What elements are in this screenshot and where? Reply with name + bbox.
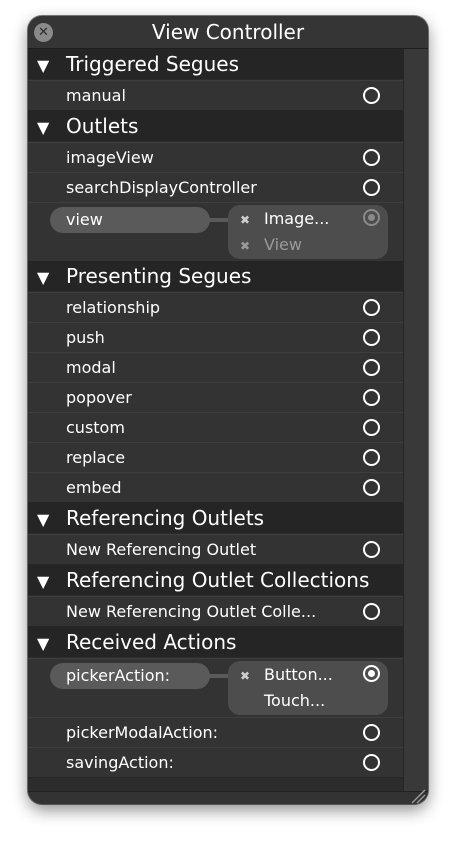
connection-row-push: push bbox=[28, 322, 403, 353]
title-bar[interactable]: View Controller ✕ bbox=[28, 16, 428, 49]
connection-row-pickeraction: pickerAction: ✖ Button... ✖Touch... bbox=[28, 658, 403, 718]
disclosure-triangle-icon[interactable]: ▼ bbox=[37, 113, 53, 143]
scrollbar[interactable] bbox=[403, 49, 428, 791]
connection-label: custom bbox=[66, 418, 125, 437]
connection-circle-icon[interactable] bbox=[363, 329, 380, 346]
remove-connection-icon[interactable]: ✖ bbox=[240, 662, 254, 690]
connection-label: relationship bbox=[66, 298, 161, 317]
section-title: Presenting Segues bbox=[66, 264, 252, 288]
connection-label: imageView bbox=[66, 148, 154, 167]
connection-row-view: view ✖ Image... ✖ View bbox=[28, 202, 403, 262]
section-referencing-outlets[interactable]: ▼ Referencing Outlets bbox=[28, 503, 403, 533]
disclosure-triangle-icon[interactable]: ▼ bbox=[37, 629, 53, 659]
target-label: Touch... bbox=[264, 691, 326, 710]
connection-row-modal: modal bbox=[28, 352, 403, 383]
section-title: Referencing Outlet Collections bbox=[66, 568, 370, 592]
disclosure-triangle-icon[interactable]: ▼ bbox=[37, 567, 53, 597]
connection-circle-icon[interactable] bbox=[363, 389, 380, 406]
connection-circle-icon[interactable] bbox=[363, 87, 380, 104]
connection-label: popover bbox=[66, 388, 132, 407]
target-label: Image... bbox=[264, 209, 330, 228]
section-referencing-outlet-collections[interactable]: ▼ Referencing Outlet Collections bbox=[28, 565, 403, 595]
connection-label: savingAction: bbox=[66, 753, 174, 772]
connection-pill-view[interactable]: view bbox=[50, 207, 210, 233]
connection-row-searchdisplaycontroller: searchDisplayController bbox=[28, 172, 403, 203]
connection-row-custom: custom bbox=[28, 412, 403, 443]
target-label: Button... bbox=[264, 665, 333, 684]
section-triggered-segues[interactable]: ▼ Triggered Segues bbox=[28, 49, 403, 79]
target-label: View bbox=[264, 235, 302, 254]
section-title: Triggered Segues bbox=[66, 52, 239, 76]
connection-circle-icon[interactable] bbox=[363, 603, 380, 620]
connection-row-imageview: imageView bbox=[28, 142, 403, 173]
connection-label: modal bbox=[66, 358, 116, 377]
connection-label: push bbox=[66, 328, 105, 347]
connection-label: pickerModalAction: bbox=[66, 723, 219, 742]
remove-connection-icon[interactable]: ✖ bbox=[240, 232, 254, 260]
connection-row-new-referencing-outlet: New Referencing Outlet bbox=[28, 534, 403, 565]
connection-pill-pickeraction[interactable]: pickerAction: bbox=[50, 663, 210, 689]
connection-link bbox=[208, 218, 230, 222]
section-received-actions[interactable]: ▼ Received Actions bbox=[28, 627, 403, 657]
connection-circle-icon[interactable] bbox=[363, 419, 380, 436]
connection-circle-icon[interactable] bbox=[363, 179, 380, 196]
connection-link bbox=[208, 674, 230, 678]
connection-label: view bbox=[66, 210, 103, 229]
section-outlets[interactable]: ▼ Outlets bbox=[28, 111, 403, 141]
connection-label: searchDisplayController bbox=[66, 178, 257, 197]
connection-circle-icon[interactable] bbox=[363, 541, 380, 558]
connection-row-pickermodalaction: pickerModalAction: bbox=[28, 717, 403, 748]
connection-circle-icon[interactable] bbox=[363, 479, 380, 496]
connection-row-manual: manual bbox=[28, 80, 403, 111]
connections-list: ▼ Triggered Segues manual ▼ Outlets imageV… bbox=[28, 49, 403, 791]
section-presenting-segues[interactable]: ▼ Presenting Segues bbox=[28, 261, 403, 291]
bottom-bar bbox=[28, 789, 428, 804]
connection-circle-icon[interactable] bbox=[363, 754, 380, 771]
connection-circle-icon[interactable] bbox=[363, 724, 380, 741]
section-title: Referencing Outlets bbox=[66, 506, 265, 530]
section-title: Received Actions bbox=[66, 630, 237, 654]
connection-label: manual bbox=[66, 86, 126, 105]
connection-circle-icon[interactable] bbox=[363, 359, 380, 376]
connection-target[interactable]: ✖ View bbox=[228, 231, 388, 259]
connection-circle-icon[interactable] bbox=[363, 665, 380, 682]
section-title: Outlets bbox=[66, 114, 139, 138]
close-icon[interactable]: ✕ bbox=[34, 23, 53, 42]
connection-row-savingaction: savingAction: bbox=[28, 747, 403, 778]
connection-row-new-referencing-outlet-collection: New Referencing Outlet Colle... bbox=[28, 596, 403, 627]
disclosure-triangle-icon[interactable]: ▼ bbox=[37, 505, 53, 535]
connection-row-replace: replace bbox=[28, 442, 403, 473]
window-title: View Controller bbox=[151, 20, 305, 44]
connection-target[interactable]: ✖Touch... bbox=[228, 687, 388, 715]
connection-row-relationship: relationship bbox=[28, 292, 403, 323]
disclosure-triangle-icon[interactable]: ▼ bbox=[37, 263, 53, 293]
connection-row-embed: embed bbox=[28, 472, 403, 503]
connections-inspector-panel: View Controller ✕ ▼ Triggered Segues manu… bbox=[28, 16, 428, 804]
connection-circle-icon[interactable] bbox=[363, 449, 380, 466]
connection-row-popover: popover bbox=[28, 382, 403, 413]
connection-circle-icon[interactable] bbox=[363, 149, 380, 166]
remove-connection-icon[interactable]: ✖ bbox=[240, 206, 254, 234]
connection-label: embed bbox=[66, 478, 122, 497]
connection-circle-icon[interactable] bbox=[363, 299, 380, 316]
disclosure-triangle-icon[interactable]: ▼ bbox=[37, 51, 53, 81]
connection-label: New Referencing Outlet Colle... bbox=[66, 602, 317, 621]
connection-label: replace bbox=[66, 448, 126, 467]
connection-label: New Referencing Outlet bbox=[66, 540, 257, 559]
connection-label: pickerAction: bbox=[66, 666, 171, 685]
resize-grip-icon[interactable] bbox=[408, 786, 426, 804]
connection-circle-icon[interactable] bbox=[363, 209, 380, 226]
